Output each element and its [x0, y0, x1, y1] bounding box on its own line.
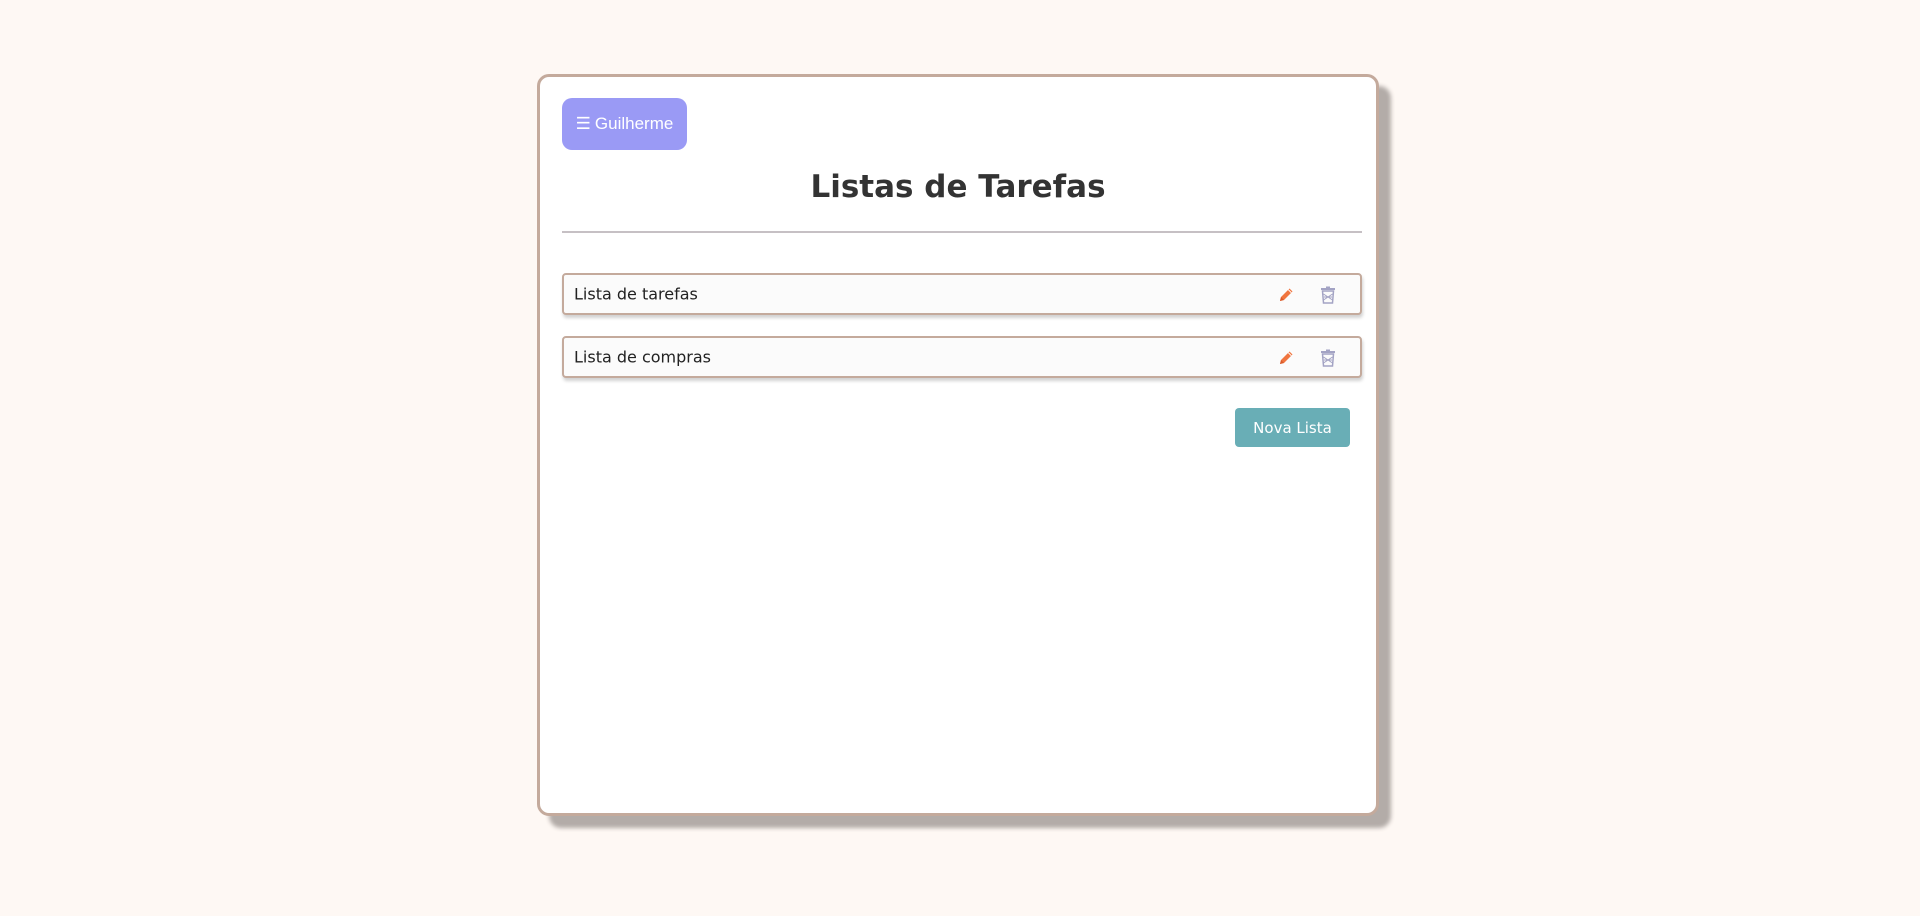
trash-icon[interactable] — [1318, 285, 1338, 305]
pencil-icon[interactable] — [1276, 348, 1296, 368]
trash-icon[interactable] — [1318, 348, 1338, 368]
title-divider — [562, 231, 1362, 233]
pencil-icon[interactable] — [1276, 285, 1296, 305]
list-item-label: Lista de compras — [574, 347, 711, 367]
page-title: Listas de Tarefas — [810, 169, 1106, 205]
list-item[interactable]: Lista de compras — [562, 336, 1362, 378]
list-item-label: Lista de tarefas — [574, 284, 698, 304]
user-name-label: Guilherme — [594, 114, 674, 133]
list-item[interactable]: Lista de tarefas — [562, 273, 1362, 315]
new-list-button[interactable]: Nova Lista — [1235, 408, 1350, 447]
user-menu-button[interactable]: ☰ Guilherme — [562, 98, 687, 150]
hamburger-menu-icon: ☰ — [575, 114, 591, 133]
lists-card: ☰ Guilherme Listas de Tarefas Lista de t… — [537, 74, 1379, 816]
